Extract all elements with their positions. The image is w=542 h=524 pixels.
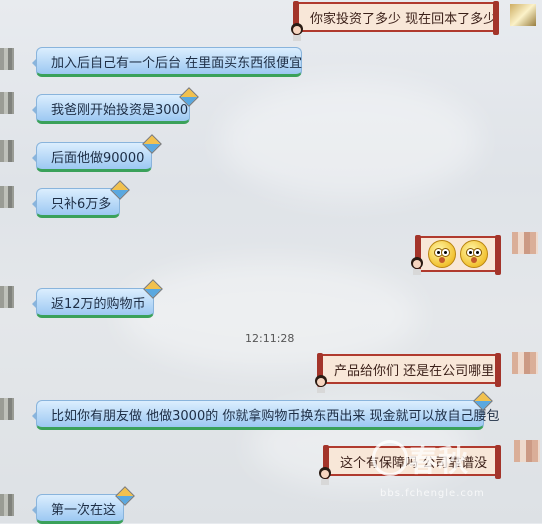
chat-bubble-outgoing — [415, 235, 501, 275]
chat-bubble-outgoing: 产品给你们 还是在公司哪里 — [317, 353, 501, 387]
chat-bubble-incoming: 返12万的购物币 — [32, 288, 154, 318]
chat-bubble-incoming: 只补6万多 — [32, 188, 120, 218]
chat-bubble-incoming: 后面他做90000 — [32, 142, 152, 172]
user-avatar — [512, 232, 538, 254]
contact-avatar — [0, 48, 14, 70]
chat-bubble-incoming: 比如你有朋友做 他做3000的 你就拿购物币换东西出来 现金就可以放自己腰包 — [32, 400, 499, 430]
message-text: 加入后自己有一个后台 在里面买东西很便宜 — [51, 55, 303, 71]
contact-avatar — [0, 286, 14, 308]
chat-bubble-incoming: 第一次在这 — [32, 494, 124, 524]
contact-avatar — [0, 494, 14, 516]
message-timestamp: 12:11:28 — [245, 332, 295, 345]
girl-avatar-icon — [313, 374, 329, 394]
chat-bubble-incoming: 加入后自己有一个后台 在里面买东西很便宜 — [32, 47, 303, 77]
chat-bubble-incoming: 我爸刚开始投资是3000 — [32, 94, 190, 124]
contact-avatar — [0, 92, 14, 114]
background-cloud — [220, 80, 480, 200]
user-avatar — [510, 4, 536, 26]
watermark-logo-icon — [372, 440, 408, 476]
girl-avatar-icon — [317, 466, 333, 486]
girl-avatar-icon — [289, 22, 305, 42]
surprised-face-icon — [428, 240, 456, 268]
message-text: 返12万的购物币 — [51, 296, 146, 312]
message-text: 你家投资了多少 现在回本了多少 — [310, 11, 497, 27]
girl-avatar-icon — [409, 256, 425, 276]
contact-avatar — [0, 398, 14, 420]
message-text: 第一次在这 — [51, 502, 117, 518]
message-text: 产品给你们 还是在公司哪里 — [334, 363, 495, 379]
message-text: 后面他做90000 — [51, 150, 145, 166]
user-avatar — [514, 440, 540, 462]
watermark-brand: 春秋 — [408, 444, 468, 479]
watermark-url: bbs.fchengle.com — [380, 488, 485, 499]
user-avatar — [512, 352, 538, 374]
message-text: 我爸刚开始投资是3000 — [51, 102, 189, 118]
surprised-face-icon — [460, 240, 488, 268]
message-text: 比如你有朋友做 他做3000的 你就拿购物币换东西出来 现金就可以放自己腰包 — [51, 408, 500, 424]
contact-avatar — [0, 140, 14, 162]
chat-bubble-outgoing: 你家投资了多少 现在回本了多少 — [293, 1, 499, 35]
contact-avatar — [0, 186, 14, 208]
message-text: 只补6万多 — [51, 196, 112, 212]
